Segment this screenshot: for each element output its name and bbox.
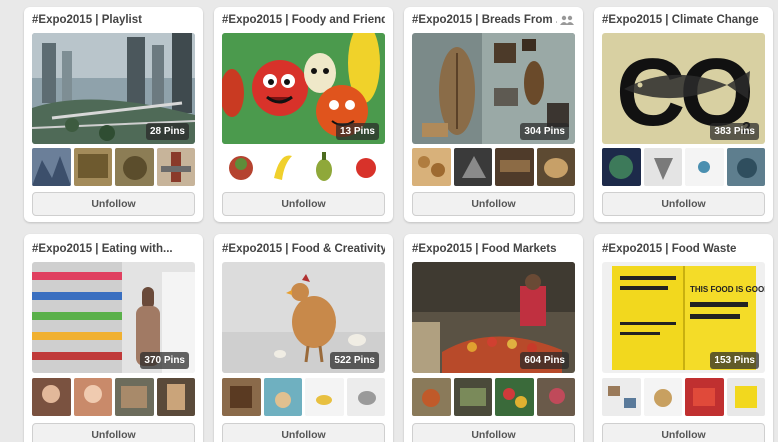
thumbnail[interactable]	[643, 378, 682, 416]
thumbnail[interactable]	[536, 148, 575, 186]
thumbnail[interactable]	[412, 378, 451, 416]
board-cover[interactable]: 604 Pins	[412, 262, 575, 373]
board-cover[interactable]: 522 Pins	[222, 262, 385, 373]
unfollow-button[interactable]: Unfollow	[412, 192, 575, 216]
thumbnail[interactable]	[222, 148, 261, 186]
thumbnail[interactable]	[263, 378, 302, 416]
board-title[interactable]: #Expo2015 | Breads From ...	[412, 14, 557, 26]
unfollow-button[interactable]: Unfollow	[32, 192, 195, 216]
thumbnail[interactable]	[263, 148, 302, 186]
board-cover[interactable]: CO 2 383 Pins	[602, 33, 765, 144]
thumbnail[interactable]	[156, 148, 195, 186]
thumbnail[interactable]	[643, 148, 682, 186]
thumbnail[interactable]	[115, 378, 154, 416]
board-card[interactable]: #Expo2015 | Food Waste THIS FOOD IS GOOD…	[594, 234, 773, 442]
board-title[interactable]: #Expo2015 | Food Markets	[412, 243, 575, 255]
thumbnail[interactable]	[726, 148, 765, 186]
pin-count: 13 Pins	[335, 123, 379, 140]
thumbnail[interactable]	[602, 148, 641, 186]
pin-count: 522 Pins	[330, 352, 379, 369]
pin-count: 370 Pins	[140, 352, 189, 369]
thumbnail[interactable]	[346, 378, 385, 416]
thumbnail[interactable]	[73, 378, 112, 416]
board-cover[interactable]: 13 Pins	[222, 33, 385, 144]
thumbnail-strip	[222, 148, 385, 186]
thumbnail-strip	[602, 378, 765, 416]
board-card[interactable]: #Expo2015 | Breads From ... 304 Pins Unf…	[404, 7, 583, 222]
board-title[interactable]: #Expo2015 | Foody and Friends	[222, 14, 385, 26]
group-board-icon	[560, 15, 574, 25]
board-card[interactable]: #Expo2015 | Eating with... 370 Pins Unfo…	[24, 234, 203, 442]
board-card[interactable]: #Expo2015 | Climate Change CO 2 383 Pins…	[594, 7, 773, 222]
pin-count: 604 Pins	[520, 352, 569, 369]
thumbnail[interactable]	[412, 148, 451, 186]
pin-count: 153 Pins	[710, 352, 759, 369]
thumbnail[interactable]	[305, 378, 344, 416]
thumbnail-strip	[32, 378, 195, 416]
thumbnail[interactable]	[222, 378, 261, 416]
pin-count: 28 Pins	[145, 123, 189, 140]
thumbnail[interactable]	[73, 148, 112, 186]
thumbnail[interactable]	[305, 148, 344, 186]
unfollow-button[interactable]: Unfollow	[412, 423, 575, 442]
thumbnail[interactable]	[685, 378, 724, 416]
board-card[interactable]: #Expo2015 | Food & Creativity 522 Pins U…	[214, 234, 393, 442]
thumbnail-strip	[222, 378, 385, 416]
unfollow-button[interactable]: Unfollow	[222, 192, 385, 216]
pin-count: 383 Pins	[710, 123, 759, 140]
thumbnail[interactable]	[685, 148, 724, 186]
thumbnail[interactable]	[346, 148, 385, 186]
unfollow-button[interactable]: Unfollow	[32, 423, 195, 442]
thumbnail[interactable]	[495, 148, 534, 186]
pin-count: 304 Pins	[520, 123, 569, 140]
thumbnail[interactable]	[726, 378, 765, 416]
thumbnail-strip	[32, 148, 195, 186]
thumbnail[interactable]	[156, 378, 195, 416]
board-card[interactable]: #Expo2015 | Food Markets 604 Pins Unfoll…	[404, 234, 583, 442]
thumbnail[interactable]	[495, 378, 534, 416]
board-card[interactable]: #Expo2015 | Playlist 28 Pins Unfollow	[24, 7, 203, 222]
board-title[interactable]: #Expo2015 | Food Waste	[602, 243, 765, 255]
board-title[interactable]: #Expo2015 | Playlist	[32, 14, 195, 26]
thumbnail-strip	[412, 378, 575, 416]
thumbnail[interactable]	[32, 148, 71, 186]
thumbnail[interactable]	[602, 378, 641, 416]
board-grid: #Expo2015 | Playlist 28 Pins Unfollow #E…	[24, 7, 773, 222]
board-cover[interactable]: 28 Pins	[32, 33, 195, 144]
cover-text: THIS FOOD IS GOOD	[690, 285, 765, 294]
unfollow-button[interactable]: Unfollow	[602, 192, 765, 216]
thumbnail[interactable]	[32, 378, 71, 416]
board-title[interactable]: #Expo2015 | Food & Creativity	[222, 243, 385, 255]
thumbnail[interactable]	[453, 378, 492, 416]
board-title[interactable]: #Expo2015 | Climate Change	[602, 14, 765, 26]
board-card[interactable]: #Expo2015 | Foody and Friends 13 Pins Un…	[214, 7, 393, 222]
thumbnail[interactable]	[453, 148, 492, 186]
thumbnail-strip	[412, 148, 575, 186]
thumbnail[interactable]	[536, 378, 575, 416]
board-grid-row-2: #Expo2015 | Eating with... 370 Pins Unfo…	[24, 234, 773, 442]
thumbnail-strip	[602, 148, 765, 186]
board-cover[interactable]: THIS FOOD IS GOOD 153 Pins	[602, 262, 765, 373]
unfollow-button[interactable]: Unfollow	[222, 423, 385, 442]
unfollow-button[interactable]: Unfollow	[602, 423, 765, 442]
board-title[interactable]: #Expo2015 | Eating with...	[32, 243, 195, 255]
board-cover[interactable]: 370 Pins	[32, 262, 195, 373]
board-cover[interactable]: 304 Pins	[412, 33, 575, 144]
thumbnail[interactable]	[115, 148, 154, 186]
